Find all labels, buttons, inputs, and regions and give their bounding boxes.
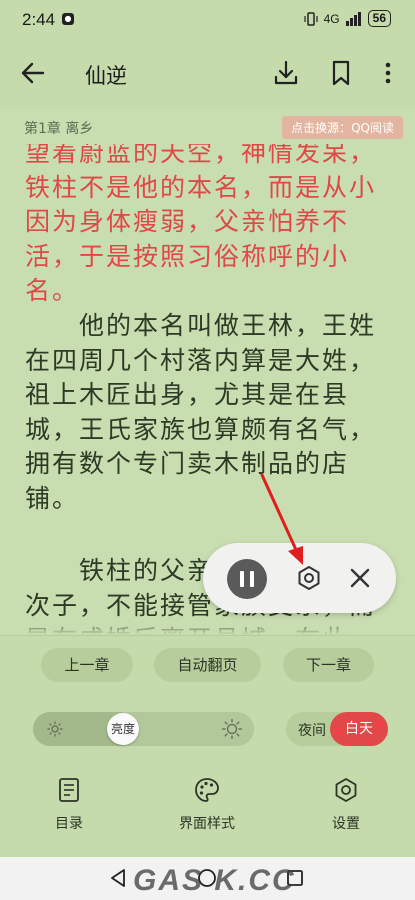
paragraph: 他的本名叫做王林，王姓在四周几个村落内算是大姓，祖上木匠出身，尤其是在县城，王氏… — [25, 311, 377, 513]
chapter-bar: 第1章 离乡 点击换源：QQ阅读 — [0, 108, 415, 144]
download-icon[interactable] — [272, 58, 300, 88]
network-type: 4G — [323, 11, 340, 26]
day-mode-option[interactable]: 白天 — [330, 712, 388, 746]
status-indicators: 4G 56 — [304, 10, 391, 27]
chapter-title: 第1章 离乡 — [24, 121, 94, 137]
tts-settings-icon[interactable] — [295, 564, 323, 592]
brightness-thumb[interactable]: 亮度 — [107, 713, 139, 745]
reader-fade — [0, 617, 415, 635]
auto-page-button[interactable]: 自动翻页 — [154, 648, 261, 682]
back-arrow-icon[interactable] — [18, 58, 48, 88]
day-night-toggle[interactable]: 夜间 白天 — [286, 712, 388, 746]
brightness-low-icon — [47, 721, 63, 737]
vibrate-icon — [304, 11, 318, 26]
notification-app-icon: ● — [62, 13, 74, 25]
pause-icon — [250, 571, 254, 587]
tab-label: 界面样式 — [179, 816, 235, 832]
reader-control-panel: 上一章 自动翻页 下一章 亮度 夜间 白天 目录 界面样式 设置 — [0, 635, 415, 858]
brightness-slider[interactable]: 亮度 — [33, 712, 254, 746]
status-time: 2:44 — [22, 10, 56, 29]
more-options-icon[interactable] — [378, 58, 398, 88]
tts-control-panel — [203, 543, 396, 613]
watermark: GAS K.CC — [133, 864, 296, 897]
palette-icon — [195, 778, 219, 802]
pause-icon — [240, 571, 244, 587]
battery-level: 56 — [367, 10, 391, 27]
change-source-button[interactable]: 点击换源：QQ阅读 — [282, 116, 403, 139]
settings-icon — [335, 778, 357, 802]
bookmark-icon[interactable] — [327, 58, 355, 88]
tab-settings[interactable]: 设置 — [301, 776, 391, 833]
signal-icon — [345, 11, 361, 26]
close-icon[interactable] — [346, 564, 374, 592]
pause-button[interactable] — [227, 559, 267, 599]
brightness-high-icon — [222, 719, 242, 739]
system-back-icon[interactable] — [108, 868, 128, 888]
night-mode-option[interactable]: 夜间 — [298, 720, 326, 740]
prev-chapter-button[interactable]: 上一章 — [41, 648, 133, 682]
book-title: 仙逆 — [85, 64, 127, 88]
tab-label: 目录 — [55, 816, 83, 832]
app-bar: 仙逆 — [0, 40, 415, 108]
tab-label: 设置 — [332, 816, 360, 832]
catalog-icon — [59, 778, 79, 802]
tab-catalog[interactable]: 目录 — [24, 776, 114, 833]
tab-interface-style[interactable]: 界面样式 — [162, 776, 252, 833]
paragraph-current: 望着蔚蓝的天空，神情发呆，铁柱不是他的本名，而是从小因为身体瘦弱，父亲怕养不活，… — [25, 144, 377, 305]
status-bar: 2:44 ● 4G 56 — [0, 0, 415, 40]
next-chapter-button[interactable]: 下一章 — [283, 648, 374, 682]
